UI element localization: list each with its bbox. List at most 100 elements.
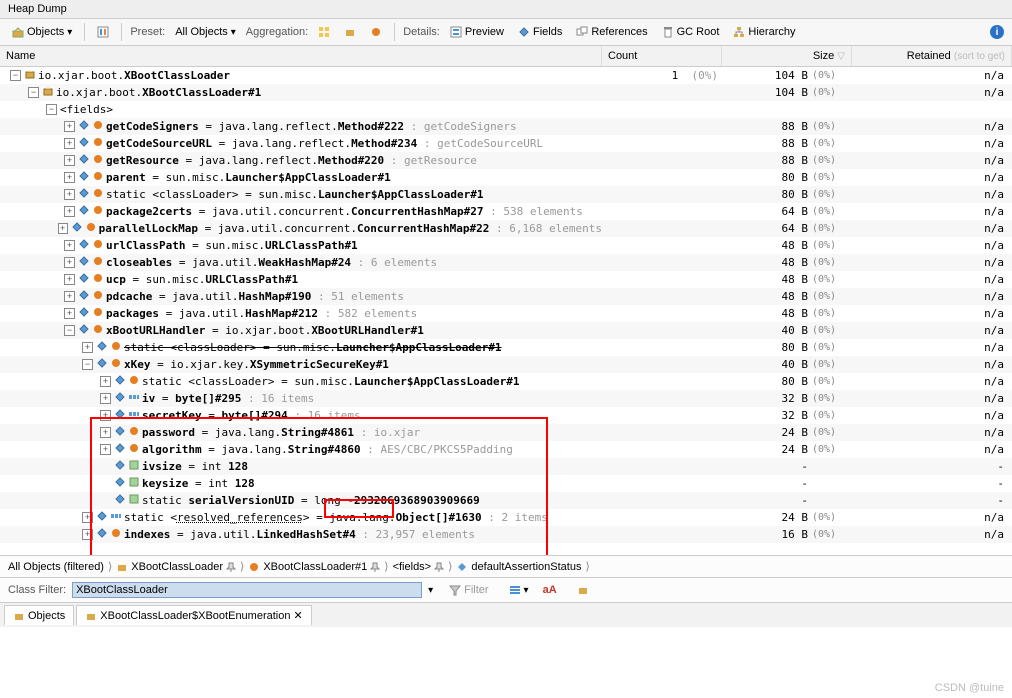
size-pct: (0%) [812, 155, 852, 166]
expander[interactable]: + [64, 121, 75, 132]
table-row[interactable]: +static <classLoader> = sun.misc.Launche… [0, 373, 1012, 390]
expander[interactable]: + [82, 512, 93, 523]
obj-icon [110, 527, 122, 542]
breadcrumb-item[interactable]: XBootClassLoader [116, 561, 236, 573]
tree-area[interactable]: Name Count Size ▽ Retained (sort to get)… [0, 46, 1012, 556]
table-row[interactable]: +static <classLoader> = sun.misc.Launche… [0, 339, 1012, 356]
objects-dropdown[interactable]: Objects ▾ [8, 25, 76, 39]
table-row[interactable]: +package2certs = java.util.concurrent.Co… [0, 203, 1012, 220]
expander[interactable]: + [64, 240, 75, 251]
class-filter-input[interactable] [72, 582, 422, 598]
table-row[interactable]: keysize = int 128-- [0, 475, 1012, 492]
retained-cell: n/a [852, 358, 1012, 371]
node-label: secretKey = byte[]#294 : 16 items [142, 409, 361, 422]
table-row[interactable]: +packages = java.util.HashMap#212 : 582 … [0, 305, 1012, 322]
aggregation-btn-3[interactable] [366, 25, 386, 39]
node-label: closeables = java.util.WeakHashMap#24 : … [106, 256, 437, 269]
expander[interactable]: + [64, 189, 75, 200]
table-row[interactable]: ivsize = int 128-- [0, 458, 1012, 475]
tab-objects[interactable]: Objects [4, 605, 74, 625]
expander[interactable]: + [64, 206, 75, 217]
expander[interactable]: − [64, 325, 75, 336]
references-button[interactable]: References [572, 25, 651, 39]
expander[interactable]: + [100, 376, 111, 387]
table-row[interactable]: + closeables = java.util.WeakHashMap#24 :… [0, 254, 1012, 271]
expander[interactable]: + [82, 342, 93, 353]
table-row[interactable]: +secretKey = byte[]#294 : 16 items32 B(0… [0, 407, 1012, 424]
aggregation-btn-2[interactable] [340, 25, 360, 39]
expander[interactable]: + [82, 529, 93, 540]
col-retained[interactable]: Retained (sort to get) [852, 46, 1012, 66]
col-size[interactable]: Size ▽ [722, 46, 852, 66]
table-row[interactable]: + indexes = java.util.LinkedHashSet#4 : 2… [0, 526, 1012, 543]
tab-xboot-enum[interactable]: XBootClassLoader$XBootEnumeration✕ [76, 605, 311, 625]
expander[interactable]: + [64, 172, 75, 183]
size-pct: (0%) [812, 240, 852, 251]
table-row[interactable]: +urlClassPath = sun.misc.URLClassPath#14… [0, 237, 1012, 254]
settings-button[interactable] [93, 25, 113, 39]
expander[interactable]: + [64, 155, 75, 166]
expander[interactable]: + [100, 427, 111, 438]
node-label: xKey = io.xjar.key.XSymmetricSecureKey#1 [124, 358, 389, 371]
table-row[interactable]: − xKey = io.xjar.key.XSymmetricSecureKey#… [0, 356, 1012, 373]
table-row[interactable]: +parent = sun.misc.Launcher$AppClassLoad… [0, 169, 1012, 186]
expander[interactable]: + [64, 308, 75, 319]
breadcrumb-item[interactable]: defaultAssertionStatus [456, 561, 581, 573]
table-row[interactable]: +iv = byte[]#295 : 16 items32 B(0%)n/a [0, 390, 1012, 407]
node-label: indexes = java.util.LinkedHashSet#4 : 23… [124, 528, 475, 541]
expander[interactable]: + [58, 223, 68, 234]
f-icon [114, 425, 126, 440]
retained-cell: n/a [852, 324, 1012, 337]
expander[interactable]: + [100, 393, 111, 404]
node-label: io.xjar.boot.XBootClassLoader [38, 69, 230, 82]
breadcrumb-item[interactable]: XBootClassLoader#1 [248, 561, 380, 573]
table-row[interactable]: −io.xjar.boot.XBootClassLoader#1104 B(0%… [0, 84, 1012, 101]
fields-button[interactable]: Fields [514, 25, 566, 39]
expander[interactable]: + [100, 444, 111, 455]
expander[interactable]: − [28, 87, 39, 98]
close-icon[interactable]: ✕ [293, 609, 302, 622]
expander[interactable]: − [46, 104, 57, 115]
package-button[interactable] [573, 583, 593, 597]
table-row[interactable]: +getResource = java.lang.reflect.Method#… [0, 152, 1012, 169]
text-mode-button[interactable]: aA [539, 583, 561, 597]
table-row[interactable]: +getCodeSigners = java.lang.reflect.Meth… [0, 118, 1012, 135]
table-row[interactable]: +getCodeSourceURL = java.lang.reflect.Me… [0, 135, 1012, 152]
preset-dropdown[interactable]: All Objects ▾ [171, 25, 240, 39]
view-list-button[interactable]: ▾ [505, 583, 533, 597]
expander[interactable]: + [64, 291, 75, 302]
obj-icon [92, 306, 104, 321]
col-name[interactable]: Name [0, 46, 602, 66]
table-row[interactable]: +pdcache = java.util.HashMap#190 : 51 el… [0, 288, 1012, 305]
expander[interactable]: + [64, 274, 75, 285]
table-row[interactable]: −io.xjar.boot.XBootClassLoader1 (0%)104 … [0, 67, 1012, 84]
expander[interactable]: + [100, 410, 111, 421]
table-row[interactable]: static serialVersionUID = long -29328693… [0, 492, 1012, 509]
table-row[interactable]: +static <resolved_references> = java.lan… [0, 509, 1012, 526]
gcroot-button[interactable]: GC Root [658, 25, 724, 39]
dropdown-icon[interactable]: ▾ [428, 585, 433, 596]
table-row[interactable]: −<fields> [0, 101, 1012, 118]
table-row[interactable]: −xBootURLHandler = io.xjar.boot.XBootURL… [0, 322, 1012, 339]
filter-button[interactable]: Filter [445, 583, 492, 597]
col-count[interactable]: Count [602, 46, 722, 66]
table-row[interactable]: +static <classLoader> = sun.misc.Launche… [0, 186, 1012, 203]
table-row[interactable]: +parallelLockMap = java.util.concurrent.… [0, 220, 1012, 237]
expander[interactable]: − [10, 70, 21, 81]
table-row[interactable]: +ucp = sun.misc.URLClassPath#148 B(0%)n/… [0, 271, 1012, 288]
expander[interactable]: + [64, 138, 75, 149]
expander[interactable]: − [82, 359, 93, 370]
info-icon[interactable]: i [990, 25, 1004, 39]
size-pct: (0%) [812, 291, 852, 302]
expander[interactable]: + [64, 257, 75, 268]
f-icon [78, 119, 90, 134]
chevron-down-icon: ▾ [231, 27, 236, 38]
aggregation-btn-1[interactable] [314, 25, 334, 39]
table-row[interactable]: +algorithm = java.lang.String#4860 : AES… [0, 441, 1012, 458]
table-row[interactable]: +password = java.lang.String#4861 : io.x… [0, 424, 1012, 441]
preview-button[interactable]: Preview [446, 25, 508, 39]
size-cell: 48 B [722, 256, 812, 269]
retained-cell: - [852, 477, 1012, 490]
hierarchy-button[interactable]: Hierarchy [729, 25, 799, 39]
breadcrumb-item[interactable]: <fields> [393, 561, 445, 573]
